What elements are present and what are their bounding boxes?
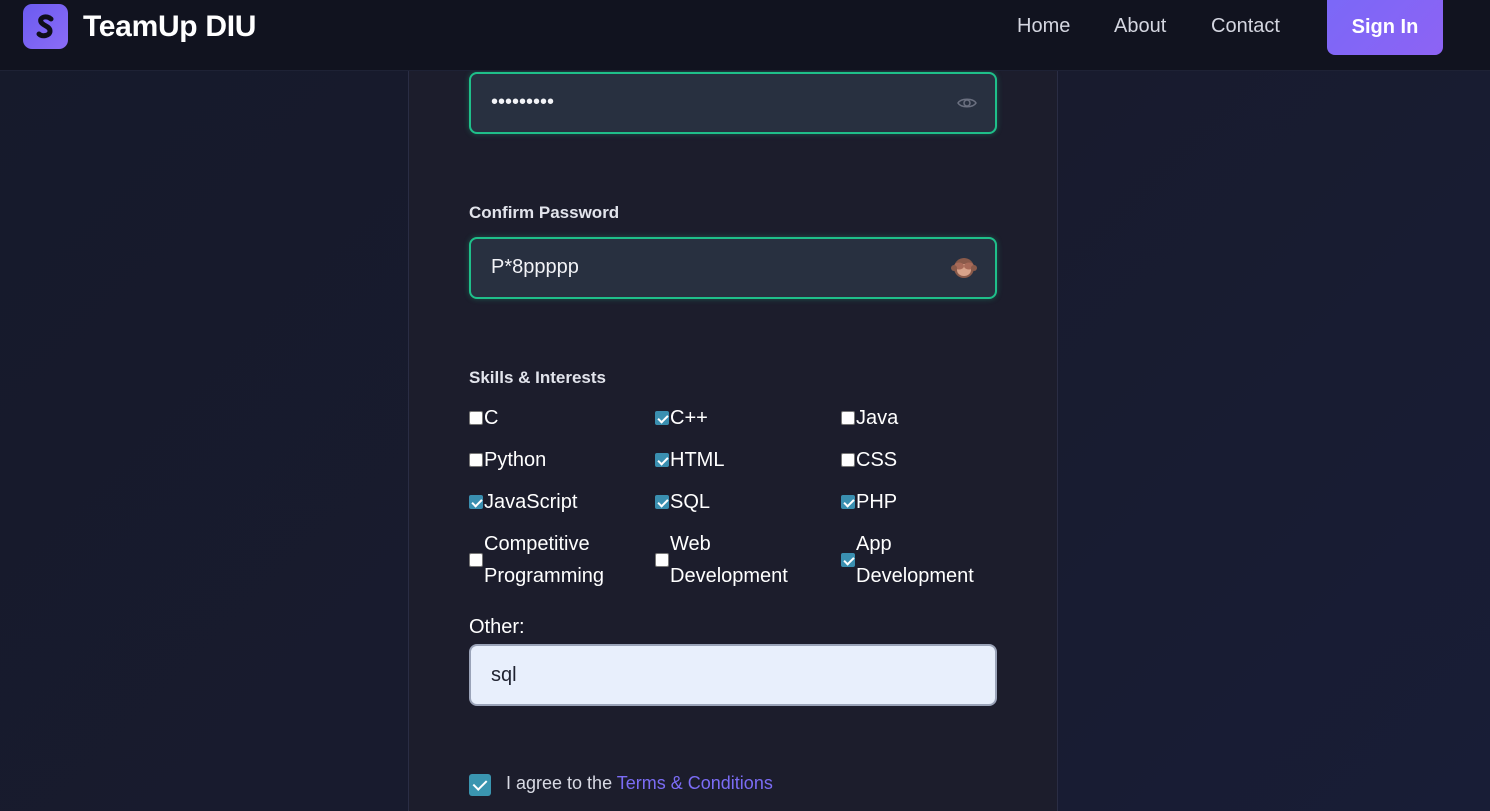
skill-label-line1: Competitive: [484, 533, 590, 555]
skill-label-line2: Development: [670, 565, 788, 587]
skill-label-line2: Development: [856, 565, 974, 587]
skill-app-development[interactable]: App Development: [841, 528, 974, 592]
skill-label: App Development: [856, 528, 974, 592]
confirm-password-value: P*8ppppp: [491, 256, 579, 278]
skill-label: Java: [856, 407, 899, 429]
checkbox[interactable]: [655, 453, 669, 467]
agree-terms-text: I agree to the Terms & Conditions: [506, 773, 773, 794]
checkbox[interactable]: [841, 453, 855, 467]
skill-java[interactable]: Java: [841, 402, 898, 434]
skill-cpp[interactable]: C++: [655, 402, 708, 434]
skill-label: C++: [670, 407, 708, 429]
skill-label-line1: App: [856, 533, 892, 555]
skill-label-line1: Web: [670, 533, 711, 555]
navbar: TeamUp DIU Home About Contact Sign In: [0, 0, 1490, 71]
skill-php[interactable]: PHP: [841, 486, 897, 518]
nav-home-link[interactable]: Home: [1017, 15, 1070, 38]
nav-about-link[interactable]: About: [1114, 15, 1166, 38]
password-value: •••••••••: [491, 91, 555, 113]
checkbox[interactable]: [841, 411, 855, 425]
skill-javascript[interactable]: JavaScript: [469, 486, 577, 518]
checkbox[interactable]: [655, 553, 669, 567]
nav-contact-link[interactable]: Contact: [1211, 15, 1280, 38]
checkbox[interactable]: [469, 453, 483, 467]
agree-prefix: I agree to the: [506, 773, 617, 793]
skill-label: HTML: [670, 449, 725, 471]
skill-competitive-programming[interactable]: Competitive Programming: [469, 528, 604, 592]
sign-in-button[interactable]: Sign In: [1327, 0, 1443, 55]
skill-c[interactable]: C: [469, 402, 498, 434]
s-logo-icon: [23, 4, 68, 49]
see-no-evil-monkey-icon[interactable]: [951, 256, 977, 280]
skill-label-line2: Programming: [484, 565, 605, 587]
skill-label: PHP: [856, 491, 898, 513]
skill-label: Competitive Programming: [484, 528, 604, 592]
skill-label: CSS: [856, 449, 898, 471]
brand-name: TeamUp DIU: [83, 9, 257, 43]
checkbox[interactable]: [841, 495, 855, 509]
skill-label: C: [484, 407, 499, 429]
checkbox[interactable]: [469, 553, 483, 567]
terms-link[interactable]: Terms & Conditions: [617, 773, 773, 793]
brand[interactable]: TeamUp DIU: [23, 4, 256, 49]
skill-label: SQL: [670, 491, 711, 513]
skill-label: Python: [484, 449, 547, 471]
skill-label: JavaScript: [484, 491, 578, 513]
agree-terms-checkbox[interactable]: [469, 774, 491, 796]
password-field[interactable]: •••••••••: [469, 72, 997, 134]
skill-label: Web Development: [670, 528, 788, 592]
other-label: Other:: [469, 616, 525, 638]
other-skill-value: sql: [491, 664, 517, 686]
confirm-password-label: Confirm Password: [469, 203, 620, 222]
skill-sql[interactable]: SQL: [655, 486, 710, 518]
checkbox[interactable]: [469, 495, 483, 509]
skill-html[interactable]: HTML: [655, 444, 724, 476]
checkbox[interactable]: [469, 411, 483, 425]
confirm-password-field[interactable]: P*8ppppp: [469, 237, 997, 299]
other-skill-input[interactable]: sql: [469, 644, 997, 706]
checkbox[interactable]: [655, 495, 669, 509]
skill-python[interactable]: Python: [469, 444, 546, 476]
skill-css[interactable]: CSS: [841, 444, 897, 476]
skill-web-development[interactable]: Web Development: [655, 528, 788, 592]
eye-icon[interactable]: [957, 95, 977, 111]
skills-label: Skills & Interests: [469, 368, 607, 387]
checkbox[interactable]: [841, 553, 855, 567]
checkbox[interactable]: [655, 411, 669, 425]
